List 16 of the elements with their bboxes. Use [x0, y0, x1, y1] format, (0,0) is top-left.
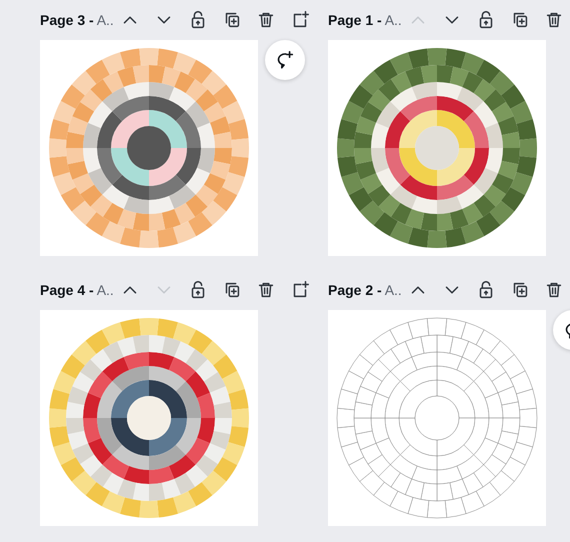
page-thumbnail[interactable]	[40, 40, 258, 256]
page-name[interactable]: A..	[96, 282, 114, 298]
page-title: Page 1 -	[328, 12, 382, 28]
add-comment-button[interactable]	[265, 40, 305, 80]
page-name[interactable]: A..	[384, 282, 402, 298]
page-title: Page 2 -	[328, 282, 382, 298]
wheel-center	[127, 126, 171, 170]
wheel-center	[127, 396, 171, 440]
wheel-center	[414, 396, 460, 440]
page-title: Page 3 -	[40, 12, 94, 28]
page-title: Page 4 -	[40, 282, 94, 298]
wheel-center	[415, 126, 459, 170]
page-thumbnail[interactable]	[328, 40, 546, 256]
page-name[interactable]: A..	[96, 12, 114, 28]
page-thumbnail[interactable]	[40, 310, 258, 526]
page-name[interactable]: A..	[384, 12, 402, 28]
